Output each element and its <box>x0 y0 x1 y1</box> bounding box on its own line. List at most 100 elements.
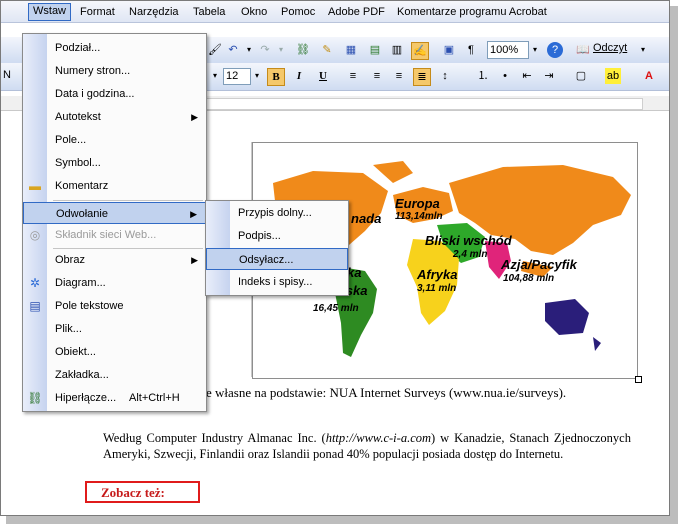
undo-icon[interactable]: ↶ <box>225 42 241 58</box>
menu-item-autotext[interactable]: Autotekst ▶ <box>23 106 206 128</box>
map-label-middle-east-value: 2,4 mln <box>453 249 488 260</box>
image-caption: e własne na podstawie: NUA Internet Surv… <box>206 385 567 400</box>
zoom-dropdown-icon[interactable]: ▾ <box>527 42 543 58</box>
justify-icon[interactable]: ≣ <box>413 68 431 86</box>
map-label-asia-pacific: Azja/Pacyfik <box>501 257 577 272</box>
menu-item-break[interactable]: Podział... <box>23 37 206 59</box>
numbering-icon[interactable]: ⒈ <box>475 68 491 84</box>
menu-item-picture[interactable]: Obraz ▶ <box>23 249 206 271</box>
reference-submenu: Przypis dolny... Podpis... Odsyłacz... I… <box>205 200 349 296</box>
menu-window[interactable]: Okno <box>237 4 271 20</box>
map-label-middle-east: Bliski wschód <box>425 233 512 248</box>
map-label-north-america: nada <box>351 211 382 226</box>
insert-menu-dropdown: Podział... Numery stron... Data i godzin… <box>22 33 207 412</box>
menu-table[interactable]: Tabela <box>189 4 229 20</box>
menu-item-file[interactable]: Plik... <box>23 318 206 340</box>
menu-insert[interactable]: Wstaw <box>28 3 71 21</box>
menu-help[interactable]: Pomoc <box>277 4 319 20</box>
hyperlink-shortcut: Alt+Ctrl+H <box>129 392 180 404</box>
comment-icon: ▬ <box>29 179 41 193</box>
format-painter-icon[interactable]: 🖌 <box>207 42 223 58</box>
font-name-partial[interactable]: N <box>3 69 11 81</box>
highlight-icon[interactable]: ab <box>605 68 621 84</box>
menu-format[interactable]: Format <box>76 4 119 20</box>
see-also-box: Zobacz też: <box>85 481 200 503</box>
textbox-icon: ▤ <box>29 299 41 313</box>
window-shadow-bottom <box>6 516 678 524</box>
align-center-icon[interactable]: ≡ <box>369 68 385 84</box>
map-label-asia-pacific-value: 104,88 mln <box>503 273 555 284</box>
font-color-icon[interactable]: A <box>641 68 657 84</box>
menu-item-symbol[interactable]: Symbol... <box>23 152 206 174</box>
drawing-icon[interactable]: ✍ <box>411 42 429 60</box>
paragraph-link[interactable]: http://www.c-i-a.com <box>326 431 431 445</box>
insert-table-icon[interactable]: ▦ <box>343 42 359 58</box>
borders-icon[interactable]: ▢ <box>573 68 589 84</box>
menu-item-diagram[interactable]: ✲ Diagram... <box>23 272 206 294</box>
australia-shape <box>545 299 589 335</box>
new-zealand-shape <box>593 337 601 351</box>
menu-item-object[interactable]: Obiekt... <box>23 341 206 363</box>
map-label-europe: Europa <box>395 196 440 211</box>
align-right-icon[interactable]: ≡ <box>391 68 407 84</box>
menu-item-reference[interactable]: Odwołanie ▶ <box>23 202 206 224</box>
help-icon[interactable]: ? <box>547 42 563 58</box>
font-dropdown-icon[interactable]: ▾ <box>207 68 223 84</box>
hyperlink-icon: ⛓ <box>27 391 43 405</box>
map-label-latin-america-value: 16,45 mln <box>313 303 359 314</box>
menu-separator <box>53 200 203 201</box>
map-label-africa-value: 3,11 mln <box>417 283 457 294</box>
menu-adobe-pdf[interactable]: Adobe PDF <box>324 4 389 20</box>
document-map-icon[interactable]: ▣ <box>441 42 457 58</box>
resize-handle[interactable] <box>635 376 642 383</box>
submenu-arrow-icon: ▶ <box>190 209 197 219</box>
map-label-latin-america-1: ka <box>347 265 362 280</box>
zoom-box[interactable]: 100% <box>487 41 529 59</box>
submenu-item-index-tables[interactable]: Indeks i spisy... <box>206 271 348 293</box>
toolbar-options-icon[interactable]: ▾ <box>635 42 651 58</box>
undo-dropdown-icon[interactable]: ▾ <box>241 42 257 58</box>
submenu-item-caption[interactable]: Podpis... <box>206 225 348 247</box>
columns-icon[interactable]: ▥ <box>389 42 405 58</box>
redo-icon[interactable]: ↷ <box>257 42 273 58</box>
menu-item-bookmark[interactable]: Zakładka... <box>23 364 206 386</box>
decrease-indent-icon[interactable]: ⇤ <box>519 68 535 84</box>
menu-item-web-component: ◎ Składnik sieci Web... <box>23 224 206 246</box>
submenu-arrow-icon: ▶ <box>191 112 198 122</box>
map-label-europe-value: 113,14mln <box>395 211 443 222</box>
menu-item-hyperlink[interactable]: ⛓ Hiperłącze... Alt+Ctrl+H <box>23 387 206 409</box>
read-icon[interactable]: 📖 <box>575 42 591 58</box>
bullets-icon[interactable]: • <box>497 68 513 84</box>
menu-bar: Wstaw Format Narzędzia Tabela Okno Pomoc… <box>1 1 669 23</box>
menu-tools[interactable]: Narzędzia <box>125 4 183 20</box>
window-shadow-right <box>670 6 678 524</box>
web-component-icon: ◎ <box>29 228 41 242</box>
italic-button[interactable]: I <box>291 68 307 84</box>
increase-indent-icon[interactable]: ⇥ <box>541 68 557 84</box>
ruler-text-area <box>201 98 643 110</box>
menu-item-date-time[interactable]: Data i godzina... <box>23 83 206 105</box>
font-size-field[interactable]: 12 <box>223 68 251 85</box>
align-left-icon[interactable]: ≡ <box>345 68 361 84</box>
menu-item-text-box[interactable]: ▤ Pole tekstowe <box>23 295 206 317</box>
greenland-shape <box>373 161 413 183</box>
show-hide-icon[interactable]: ¶ <box>463 42 479 58</box>
application-window: Wstaw Format Narzędzia Tabela Okno Pomoc… <box>0 0 670 516</box>
africa-shape <box>407 239 459 325</box>
tables-borders-icon[interactable]: ✎ <box>319 42 335 58</box>
bold-button[interactable]: B <box>267 68 285 86</box>
line-spacing-icon[interactable]: ↕ <box>437 68 453 84</box>
submenu-item-footnote[interactable]: Przypis dolny... <box>206 202 348 224</box>
redo-dropdown-icon[interactable]: ▾ <box>273 42 289 58</box>
read-button-label[interactable]: Odczyt <box>593 42 627 54</box>
insert-excel-icon[interactable]: ▤ <box>367 42 383 58</box>
submenu-item-cross-reference[interactable]: Odsyłacz... <box>206 248 348 270</box>
font-size-dropdown-icon[interactable]: ▾ <box>249 68 265 84</box>
menu-item-field[interactable]: Pole... <box>23 129 206 151</box>
hyperlink-toolbar-icon[interactable]: ⛓ <box>295 42 311 58</box>
menu-item-comment[interactable]: ▬ Komentarz <box>23 175 206 197</box>
menu-acrobat-comments[interactable]: Komentarze programu Acrobat <box>393 4 551 20</box>
menu-item-page-numbers[interactable]: Numery stron... <box>23 60 206 82</box>
underline-button[interactable]: U <box>315 68 331 84</box>
submenu-arrow-icon: ▶ <box>191 255 198 265</box>
